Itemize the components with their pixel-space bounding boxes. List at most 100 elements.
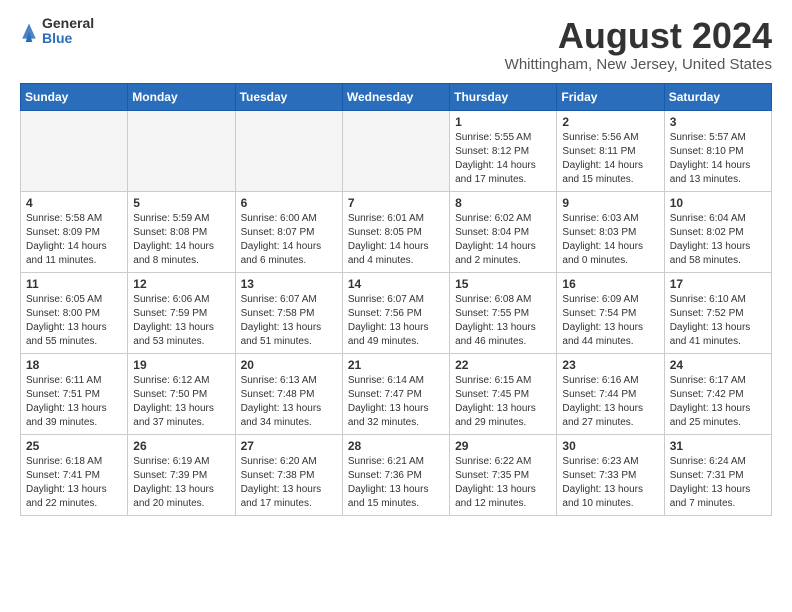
day-info: Sunrise: 6:19 AM Sunset: 7:39 PM Dayligh… (133, 455, 229, 511)
calendar-cell: 14 Sunrise: 6:07 AM Sunset: 7:56 PM Dayli… (342, 272, 449, 353)
day-number: 19 (133, 358, 229, 372)
header-tuesday: Tuesday (235, 83, 342, 110)
calendar-cell: 6Sunrise: 6:00 AM Sunset: 8:07 PM Daylig… (235, 191, 342, 272)
month-title: August 2024 (505, 16, 772, 56)
day-number: 27 (241, 439, 337, 453)
day-number: 31 (670, 439, 766, 453)
header-friday: Friday (557, 83, 664, 110)
day-info: Sunrise: 6:11 AM Sunset: 7:51 PM Dayligh… (26, 374, 122, 430)
logo-blue: Blue (42, 31, 94, 46)
calendar-cell (342, 110, 449, 191)
header-wednesday: Wednesday (342, 83, 449, 110)
day-number: 21 (348, 358, 444, 372)
calendar-cell: 15Sunrise: 6:08 AM Sunset: 7:55 PM Dayli… (450, 272, 557, 353)
calendar-cell: 11 Sunrise: 6:05 AM Sunset: 8:00 PM Dayli… (21, 272, 128, 353)
day-info: Sunrise: 5:56 AM Sunset: 8:11 PM Dayligh… (562, 131, 658, 187)
day-number: 30 (562, 439, 658, 453)
calendar-cell: 19 Sunrise: 6:12 AM Sunset: 7:50 PM Dayli… (128, 353, 235, 434)
day-number: 10 (670, 196, 766, 210)
day-number: 20 (241, 358, 337, 372)
calendar-cell: 25 Sunrise: 6:18 AM Sunset: 7:41 PM Dayli… (21, 434, 128, 515)
calendar-cell (128, 110, 235, 191)
calendar-cell: 17 Sunrise: 6:10 AM Sunset: 7:52 PM Dayli… (664, 272, 771, 353)
day-number: 2 (562, 115, 658, 129)
day-info: Sunrise: 6:15 AM Sunset: 7:45 PM Dayligh… (455, 374, 551, 430)
calendar-cell: 2 Sunrise: 5:56 AM Sunset: 8:11 PM Daylig… (557, 110, 664, 191)
calendar-cell: 21 Sunrise: 6:14 AM Sunset: 7:47 PM Dayli… (342, 353, 449, 434)
day-number: 3 (670, 115, 766, 129)
calendar-cell: 10 Sunrise: 6:04 AM Sunset: 8:02 PM Dayli… (664, 191, 771, 272)
day-info: Sunrise: 5:58 AM Sunset: 8:09 PM Dayligh… (26, 212, 122, 268)
calendar-cell: 29 Sunrise: 6:22 AM Sunset: 7:35 PM Dayli… (450, 434, 557, 515)
calendar-header-row: SundayMondayTuesdayWednesdayThursdayFrid… (21, 83, 772, 110)
day-number: 22 (455, 358, 551, 372)
calendar-week-row: 4Sunrise: 5:58 AM Sunset: 8:09 PM Daylig… (21, 191, 772, 272)
calendar-cell: 8 Sunrise: 6:02 AM Sunset: 8:04 PM Daylig… (450, 191, 557, 272)
day-info: Sunrise: 6:18 AM Sunset: 7:41 PM Dayligh… (26, 455, 122, 511)
day-info: Sunrise: 6:06 AM Sunset: 7:59 PM Dayligh… (133, 293, 229, 349)
day-info: Sunrise: 6:16 AM Sunset: 7:44 PM Dayligh… (562, 374, 658, 430)
day-info: Sunrise: 6:13 AM Sunset: 7:48 PM Dayligh… (241, 374, 337, 430)
day-number: 24 (670, 358, 766, 372)
page-header: General Blue August 2024 Whittingham, Ne… (20, 16, 772, 73)
header-saturday: Saturday (664, 83, 771, 110)
day-info: Sunrise: 6:07 AM Sunset: 7:56 PM Dayligh… (348, 293, 444, 349)
day-info: Sunrise: 6:08 AM Sunset: 7:55 PM Dayligh… (455, 293, 551, 349)
day-number: 14 (348, 277, 444, 291)
calendar-cell: 9Sunrise: 6:03 AM Sunset: 8:03 PM Daylig… (557, 191, 664, 272)
header-monday: Monday (128, 83, 235, 110)
day-info: Sunrise: 6:17 AM Sunset: 7:42 PM Dayligh… (670, 374, 766, 430)
calendar-week-row: 18 Sunrise: 6:11 AM Sunset: 7:51 PM Dayli… (21, 353, 772, 434)
day-info: Sunrise: 6:02 AM Sunset: 8:04 PM Dayligh… (455, 212, 551, 268)
day-number: 26 (133, 439, 229, 453)
calendar-cell: 27 Sunrise: 6:20 AM Sunset: 7:38 PM Dayli… (235, 434, 342, 515)
calendar-cell: 20 Sunrise: 6:13 AM Sunset: 7:48 PM Dayli… (235, 353, 342, 434)
day-info: Sunrise: 6:20 AM Sunset: 7:38 PM Dayligh… (241, 455, 337, 511)
calendar-cell (21, 110, 128, 191)
day-number: 12 (133, 277, 229, 291)
day-number: 23 (562, 358, 658, 372)
day-info: Sunrise: 6:12 AM Sunset: 7:50 PM Dayligh… (133, 374, 229, 430)
day-info: Sunrise: 6:14 AM Sunset: 7:47 PM Dayligh… (348, 374, 444, 430)
calendar-cell: 22 Sunrise: 6:15 AM Sunset: 7:45 PM Dayli… (450, 353, 557, 434)
calendar-cell: 30Sunrise: 6:23 AM Sunset: 7:33 PM Dayli… (557, 434, 664, 515)
day-info: Sunrise: 6:01 AM Sunset: 8:05 PM Dayligh… (348, 212, 444, 268)
day-info: Sunrise: 6:05 AM Sunset: 8:00 PM Dayligh… (26, 293, 122, 349)
day-info: Sunrise: 6:10 AM Sunset: 7:52 PM Dayligh… (670, 293, 766, 349)
day-number: 5 (133, 196, 229, 210)
location-title: Whittingham, New Jersey, United States (505, 56, 772, 73)
calendar-cell: 4Sunrise: 5:58 AM Sunset: 8:09 PM Daylig… (21, 191, 128, 272)
day-number: 18 (26, 358, 122, 372)
day-number: 13 (241, 277, 337, 291)
day-info: Sunrise: 5:57 AM Sunset: 8:10 PM Dayligh… (670, 131, 766, 187)
calendar-cell: 12 Sunrise: 6:06 AM Sunset: 7:59 PM Dayli… (128, 272, 235, 353)
day-info: Sunrise: 6:04 AM Sunset: 8:02 PM Dayligh… (670, 212, 766, 268)
day-info: Sunrise: 6:22 AM Sunset: 7:35 PM Dayligh… (455, 455, 551, 511)
day-number: 1 (455, 115, 551, 129)
header-sunday: Sunday (21, 83, 128, 110)
logo-general: General (42, 16, 94, 31)
logo: General Blue (20, 16, 94, 47)
calendar-cell: 28 Sunrise: 6:21 AM Sunset: 7:36 PM Dayli… (342, 434, 449, 515)
calendar-week-row: 11 Sunrise: 6:05 AM Sunset: 8:00 PM Dayli… (21, 272, 772, 353)
day-info: Sunrise: 5:55 AM Sunset: 8:12 PM Dayligh… (455, 131, 551, 187)
logo-icon (20, 20, 38, 42)
calendar-cell: 7Sunrise: 6:01 AM Sunset: 8:05 PM Daylig… (342, 191, 449, 272)
day-number: 29 (455, 439, 551, 453)
calendar-cell: 16Sunrise: 6:09 AM Sunset: 7:54 PM Dayli… (557, 272, 664, 353)
calendar-cell (235, 110, 342, 191)
day-info: Sunrise: 6:07 AM Sunset: 7:58 PM Dayligh… (241, 293, 337, 349)
day-number: 6 (241, 196, 337, 210)
calendar-cell: 24 Sunrise: 6:17 AM Sunset: 7:42 PM Dayli… (664, 353, 771, 434)
day-number: 8 (455, 196, 551, 210)
calendar-cell: 23 Sunrise: 6:16 AM Sunset: 7:44 PM Dayli… (557, 353, 664, 434)
day-number: 11 (26, 277, 122, 291)
day-info: Sunrise: 6:09 AM Sunset: 7:54 PM Dayligh… (562, 293, 658, 349)
day-number: 25 (26, 439, 122, 453)
calendar-cell: 31Sunrise: 6:24 AM Sunset: 7:31 PM Dayli… (664, 434, 771, 515)
day-number: 17 (670, 277, 766, 291)
calendar-cell: 18 Sunrise: 6:11 AM Sunset: 7:51 PM Dayli… (21, 353, 128, 434)
day-number: 28 (348, 439, 444, 453)
day-info: Sunrise: 6:21 AM Sunset: 7:36 PM Dayligh… (348, 455, 444, 511)
day-info: Sunrise: 5:59 AM Sunset: 8:08 PM Dayligh… (133, 212, 229, 268)
